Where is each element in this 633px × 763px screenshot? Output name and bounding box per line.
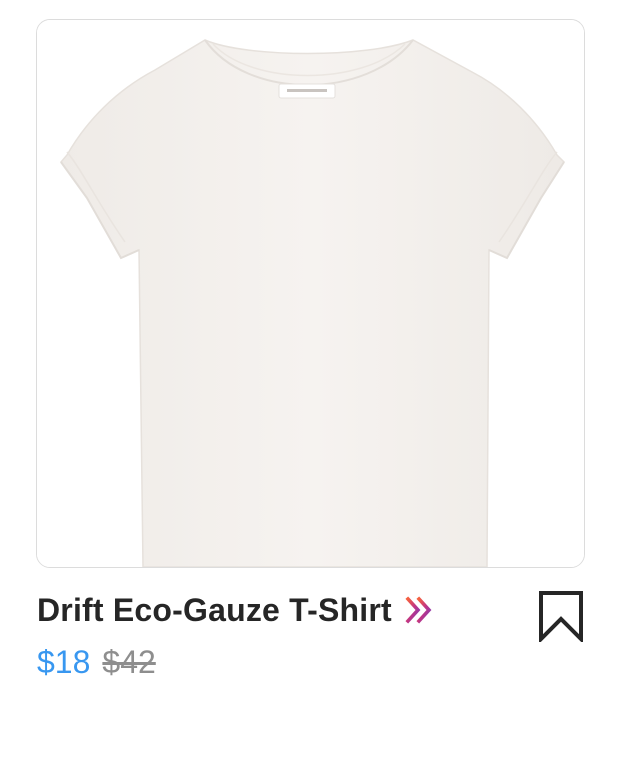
tshirt-photo (37, 20, 584, 567)
sale-price: $18 (37, 644, 91, 680)
save-button[interactable] (538, 590, 584, 644)
price-row: $18 $42 (37, 644, 156, 681)
bookmark-icon (539, 591, 583, 644)
product-title-row: Drift Eco-Gauze T-Shirt (37, 588, 436, 632)
product-card: Drift Eco-Gauze T-Shirt $18 $42 (0, 0, 633, 763)
product-image[interactable] (36, 19, 585, 568)
product-title[interactable]: Drift Eco-Gauze T-Shirt (37, 592, 392, 629)
double-chevron-right-icon[interactable] (404, 594, 436, 626)
original-price: $42 (102, 644, 156, 680)
